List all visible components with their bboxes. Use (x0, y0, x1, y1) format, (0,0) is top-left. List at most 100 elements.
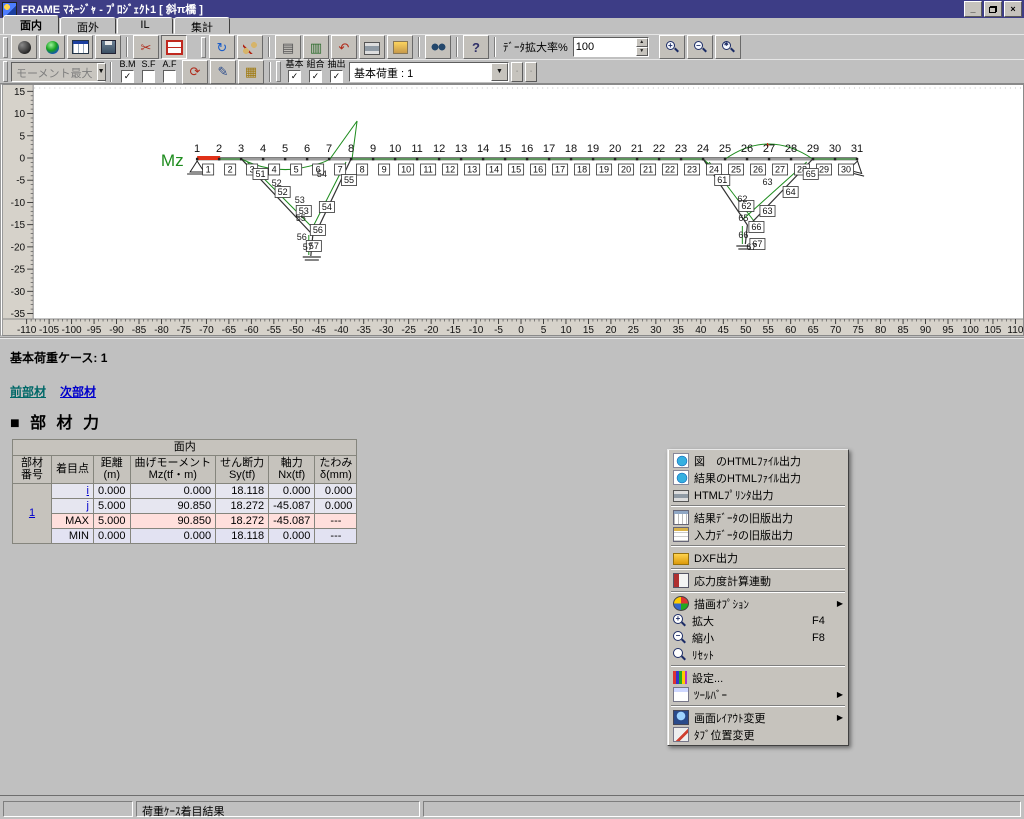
node-label: 10 (389, 143, 401, 155)
prev-member-link[interactable]: 前部材 (10, 383, 46, 400)
x-tick-label: 60 (785, 325, 797, 335)
cut-section-button[interactable]: ✂ (133, 35, 159, 59)
ic-zoom-icon (673, 614, 687, 627)
load-case-combo[interactable]: 基本荷重 : 1 ▼ (349, 62, 509, 82)
node-dot (526, 158, 528, 161)
leg-node-label: 54 (317, 169, 327, 179)
member-box-label: 2 (228, 165, 233, 175)
ic-html-icon (673, 470, 689, 485)
tab-面内[interactable]: 面内 (3, 15, 59, 34)
frame-view-button[interactable] (161, 35, 187, 59)
open-project-button[interactable] (387, 35, 413, 59)
moment-diagram-canvas[interactable]: -35-30-25-20-15-10-5051015-110-105-100-9… (3, 85, 1023, 335)
result-check-checkbox-S.F[interactable] (142, 70, 155, 83)
node-label: 15 (499, 143, 511, 155)
node-dot (790, 158, 792, 161)
menu-item-screen-layout-change[interactable]: 画面ﾚｲｱｳﾄ変更▶ (670, 709, 846, 726)
x-tick-label: 95 (942, 325, 954, 335)
menu-item-result-html-output[interactable]: 結果のHTMLﾌｧｲﾙ出力 (670, 469, 846, 486)
case-option-button-2[interactable]: · (525, 62, 537, 82)
edit-data-button[interactable]: ▤ (275, 35, 301, 59)
x-tick-label: -60 (244, 325, 259, 335)
close-button[interactable]: × (1004, 1, 1022, 17)
menu-item-tab-position-change[interactable]: ﾀﾌﾞ位置変更 (670, 726, 846, 743)
zoom-in-button[interactable] (659, 35, 685, 59)
redraw-button[interactable]: ⟳ (182, 60, 208, 84)
result-check-checkbox-A.F[interactable] (163, 70, 176, 83)
node-label: 7 (326, 143, 332, 155)
menu-item-stress-calc-link[interactable]: 応力度計算連動 (670, 572, 846, 589)
case-check-checkbox-基本[interactable]: ✓ (288, 70, 301, 83)
menu-item-zoom-in[interactable]: 拡大F4 (670, 612, 846, 629)
mode-combo-value: モーメント最大 (12, 63, 97, 81)
save-button[interactable] (95, 35, 121, 59)
recalculate-button[interactable]: ↻ (209, 35, 235, 59)
menu-item-figure-html-output[interactable]: 図 のHTMLﾌｧｲﾙ出力 (670, 452, 846, 469)
member-box-label: 63 (762, 206, 772, 216)
member-box-label: 24 (709, 165, 719, 175)
pick-button[interactable]: ✎ (210, 60, 236, 84)
load-transfer-button[interactable] (237, 35, 263, 59)
ic-html-icon (673, 453, 689, 468)
dark-globe-icon (18, 41, 31, 54)
y-tick-label: 0 (20, 154, 26, 165)
find-button[interactable] (425, 35, 451, 59)
report-button[interactable]: ▥ (303, 35, 329, 59)
menu-item-zoom-reset[interactable]: ﾘｾｯﾄ (670, 646, 846, 663)
node-dot (306, 158, 308, 161)
node-label: 11 (411, 143, 422, 155)
mode-combo[interactable]: モーメント最大 ▼ (11, 62, 105, 82)
moment-diagram-panel[interactable]: -35-30-25-20-15-10-5051015-110-105-100-9… (0, 84, 1024, 336)
table-window-button[interactable] (67, 35, 93, 59)
view-model-button[interactable] (39, 35, 65, 59)
leg-node-label: 67 (746, 242, 756, 252)
toolbar-grip[interactable] (3, 61, 8, 82)
case-check-checkbox-抽出[interactable]: ✓ (330, 70, 343, 83)
menu-item-draw-options[interactable]: 描画ｵﾌﾟｼｮﾝ▶ (670, 595, 846, 612)
zoom-out-button[interactable] (687, 35, 713, 59)
menu-item-zoom-out[interactable]: 縮小F8 (670, 629, 846, 646)
menu-item-settings[interactable]: 設定... (670, 669, 846, 686)
menu-item-toolbar[interactable]: ﾂｰﾙﾊﾞｰ▶ (670, 686, 846, 703)
toolbar-grip[interactable] (201, 37, 206, 58)
tab-面外[interactable]: 面外 (60, 17, 116, 34)
tab-集計[interactable]: 集計 (174, 17, 230, 34)
result-check-checkbox-B.M[interactable]: ✓ (121, 70, 134, 83)
menu-item-label: 入力ﾃﾞｰﾀの旧版出力 (694, 527, 807, 543)
menu-item-html-printer-output[interactable]: HTMLﾌﾟﾘﾝﾀ出力 (670, 486, 846, 503)
case-option-button-1[interactable]: · (511, 62, 523, 82)
menu-item-input-legacy-output[interactable]: 入力ﾃﾞｰﾀの旧版出力 (670, 526, 846, 543)
menu-item-dxf-output[interactable]: DXF出力 (670, 549, 846, 566)
point-cell: MAX (52, 513, 94, 528)
data-scale-input[interactable] (574, 38, 636, 56)
point-link[interactable]: j (87, 500, 89, 512)
node-dot (658, 158, 660, 161)
minimize-button[interactable]: _ (964, 1, 982, 17)
toolbar-grip[interactable] (276, 61, 281, 82)
menu-item-result-legacy-output[interactable]: 結果ﾃﾞｰﾀの旧版出力 (670, 509, 846, 526)
zoom-reset-button[interactable] (715, 35, 741, 59)
view-inplane-button[interactable] (11, 35, 37, 59)
result-check-group: B.M✓S.FA.F (117, 60, 180, 83)
node-dot (702, 158, 704, 161)
undo-button[interactable]: ↶ (331, 35, 357, 59)
toolbar-grip[interactable] (3, 37, 8, 58)
next-member-link[interactable]: 次部材 (60, 383, 96, 400)
result-view: 基本荷重ケース: 1 前部材 次部材 ■ 部 材 力 面内部材番号着目点距離(m… (0, 337, 1024, 795)
y-tick-label: 5 (20, 131, 26, 142)
node-label: 24 (697, 143, 709, 155)
list-button[interactable]: ▦ (238, 60, 264, 84)
node-dot (548, 158, 550, 161)
member-number-link[interactable]: 1 (29, 507, 35, 519)
print-button[interactable] (359, 35, 385, 59)
restore-button[interactable] (984, 1, 1002, 17)
spin-up-button[interactable]: ▲ (636, 38, 648, 47)
help-button[interactable]: ? (463, 35, 489, 59)
tab-IL[interactable]: IL (117, 17, 173, 34)
point-link[interactable]: i (87, 485, 89, 497)
axial-cell: -45.087 (269, 513, 315, 528)
node-dot (746, 158, 748, 161)
node-label: 13 (455, 143, 467, 155)
case-check-checkbox-組合[interactable]: ✓ (309, 70, 322, 83)
spin-down-button[interactable]: ▼ (636, 47, 648, 56)
